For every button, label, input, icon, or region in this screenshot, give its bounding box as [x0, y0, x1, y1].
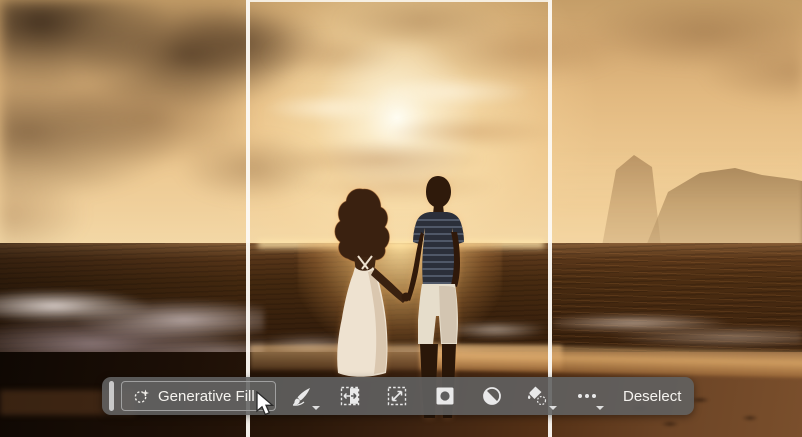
- selection-guide-left: [246, 0, 250, 437]
- selection-guide-right: [548, 0, 552, 437]
- beach-sunset-photo: [0, 0, 802, 437]
- transform-selection-icon: [387, 386, 407, 406]
- deselect-button[interactable]: Deselect: [615, 377, 689, 415]
- more-options-button[interactable]: [575, 384, 599, 408]
- contextual-taskbar: Generative Fill Deselect: [102, 377, 694, 415]
- generative-fill-label: Generative Fill: [158, 387, 255, 405]
- ellipsis-icon: [578, 394, 596, 398]
- mask-icon: [436, 387, 454, 405]
- invert-selection-icon: [340, 386, 360, 406]
- deselect-label: Deselect: [623, 387, 682, 405]
- adjustment-circle-icon: [483, 387, 501, 405]
- paint-bucket-icon: [527, 386, 547, 406]
- invert-selection-button[interactable]: [338, 384, 362, 408]
- selection-guide-top: [250, 0, 548, 2]
- editor-canvas: Generative Fill Deselect: [0, 0, 802, 437]
- create-adjustment-button[interactable]: [480, 384, 504, 408]
- brush-icon: [292, 387, 310, 406]
- taskbar-grip-handle[interactable]: [109, 381, 114, 411]
- man-head: [426, 176, 451, 207]
- create-mask-button[interactable]: [433, 384, 457, 408]
- fill-dropdown-caret[interactable]: [549, 406, 557, 410]
- transform-selection-button[interactable]: [385, 384, 409, 408]
- selection-sparkle-icon: [134, 389, 149, 403]
- generative-fill-button[interactable]: Generative Fill: [121, 381, 276, 411]
- selection-brush-button[interactable]: [289, 384, 313, 408]
- shorts-shading: [439, 286, 457, 343]
- mouse-cursor: [256, 391, 275, 416]
- joined-hands: [401, 292, 411, 302]
- more-options-dropdown-caret[interactable]: [596, 406, 604, 410]
- woman-hair: [334, 188, 390, 263]
- fill-selection-button[interactable]: [525, 384, 549, 408]
- brush-dropdown-caret[interactable]: [312, 406, 320, 410]
- haze-overlay: [553, 150, 802, 248]
